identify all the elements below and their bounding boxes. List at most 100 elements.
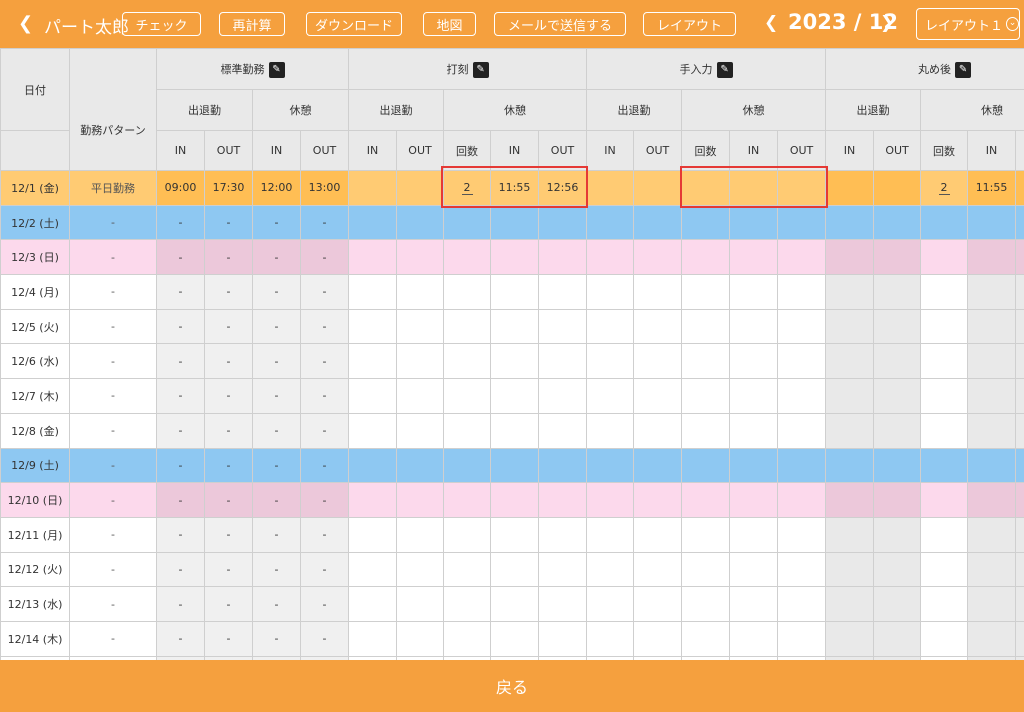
stamp-out-cell[interactable] [396, 551, 444, 588]
manual-input-cell[interactable] [777, 308, 827, 345]
stamp-out-cell[interactable] [396, 308, 444, 345]
rounded-count-cell[interactable] [920, 343, 969, 380]
manual-input-cell[interactable] [586, 343, 635, 380]
manual-input-cell[interactable] [586, 586, 635, 622]
rounded-count-cell[interactable] [920, 204, 969, 241]
manual-input-cell[interactable] [633, 239, 683, 276]
manual-input-cell[interactable] [633, 447, 683, 484]
manual-input-cell[interactable] [681, 551, 731, 588]
manual-input-cell[interactable] [777, 204, 827, 241]
edit-icon[interactable]: ✎ [268, 61, 285, 78]
stamp-count-cell[interactable] [443, 516, 491, 553]
rounded-count-cell[interactable] [920, 447, 969, 484]
manual-input-cell[interactable] [633, 170, 683, 206]
manual-input-cell[interactable] [777, 586, 827, 622]
manual-input-cell[interactable] [729, 239, 779, 276]
stamp-out-cell[interactable] [396, 170, 444, 206]
manual-input-cell[interactable] [681, 482, 731, 518]
stamp-out-cell[interactable] [396, 239, 444, 276]
manual-input-cell[interactable] [729, 447, 779, 484]
manual-input-cell[interactable] [681, 412, 731, 449]
download-button[interactable]: ダウンロード [306, 12, 402, 36]
stamp-in-cell[interactable] [348, 586, 397, 622]
stamp-out-cell[interactable] [396, 586, 444, 622]
stamp-out-cell[interactable] [396, 412, 444, 449]
stamp-count-cell[interactable] [443, 274, 491, 310]
stamp-in-cell[interactable] [348, 412, 397, 449]
manual-input-cell[interactable] [681, 378, 731, 414]
stamp-out-cell[interactable] [396, 516, 444, 553]
stamp-break-in-cell[interactable] [490, 620, 539, 657]
manual-input-cell[interactable] [729, 308, 779, 345]
stamp-count-cell[interactable] [443, 447, 491, 484]
stamp-break-in-cell[interactable] [490, 412, 539, 449]
manual-input-cell[interactable] [777, 343, 827, 380]
manual-input-cell[interactable] [777, 551, 827, 588]
stamp-break-out-cell[interactable] [537, 412, 588, 449]
manual-input-cell[interactable] [681, 239, 731, 276]
stamp-out-cell[interactable] [396, 620, 444, 657]
stamp-break-out-cell[interactable] [537, 378, 588, 414]
stamp-out-cell[interactable] [396, 274, 444, 310]
month-prev-chevron-icon[interactable]: ❮ [764, 13, 778, 33]
stamp-break-in-cell[interactable] [490, 274, 539, 310]
stamp-in-cell[interactable] [348, 378, 397, 414]
manual-input-cell[interactable] [633, 308, 683, 345]
edit-icon[interactable]: ✎ [472, 61, 489, 78]
row-pattern[interactable]: 平日勤務 [69, 170, 157, 206]
back-button[interactable]: 戻る [0, 660, 1024, 712]
row-pattern[interactable]: - [69, 378, 157, 414]
rounded-count-cell[interactable] [920, 482, 969, 518]
stamp-out-cell[interactable] [396, 343, 444, 380]
stamp-out-cell[interactable] [396, 204, 444, 241]
stamp-out-cell[interactable] [396, 447, 444, 484]
stamp-in-cell[interactable] [348, 447, 397, 484]
rounded-count-cell[interactable] [920, 274, 969, 310]
rounded-count-cell[interactable] [920, 551, 969, 588]
manual-input-cell[interactable] [586, 551, 635, 588]
manual-input-cell[interactable] [681, 343, 731, 380]
edit-icon[interactable]: ✎ [955, 61, 972, 78]
stamp-count-cell[interactable] [443, 343, 491, 380]
stamp-in-cell[interactable] [348, 516, 397, 553]
stamp-break-out-cell[interactable] [537, 620, 588, 657]
rounded-count-cell[interactable] [920, 239, 969, 276]
rounded-count-cell[interactable] [920, 516, 969, 553]
stamp-count-cell[interactable] [443, 412, 491, 449]
manual-input-cell[interactable] [633, 412, 683, 449]
row-pattern[interactable]: - [69, 482, 157, 518]
manual-input-cell[interactable] [729, 274, 779, 310]
rounded-count-cell[interactable] [920, 412, 969, 449]
manual-input-cell[interactable] [729, 586, 779, 622]
stamp-break-in-cell[interactable] [490, 343, 539, 380]
row-pattern[interactable]: - [69, 620, 157, 657]
manual-input-cell[interactable] [586, 204, 635, 241]
stamp-break-out-cell[interactable] [537, 516, 588, 553]
stamp-break-out-cell[interactable] [537, 551, 588, 588]
manual-input-cell[interactable] [586, 378, 635, 414]
manual-input-cell[interactable] [586, 274, 635, 310]
manual-input-cell[interactable] [777, 412, 827, 449]
stamp-break-in-cell[interactable] [490, 516, 539, 553]
manual-input-cell[interactable] [681, 447, 731, 484]
stamp-break-out-cell[interactable] [537, 204, 588, 241]
stamp-in-cell[interactable] [348, 239, 397, 276]
manual-input-cell[interactable] [777, 239, 827, 276]
send-email-button[interactable]: メールで送信する [494, 12, 626, 36]
manual-input-cell[interactable] [586, 447, 635, 484]
manual-input-cell[interactable] [729, 551, 779, 588]
row-pattern[interactable]: - [69, 204, 157, 241]
manual-input-cell[interactable] [777, 378, 827, 414]
manual-input-cell[interactable] [586, 482, 635, 518]
manual-input-cell[interactable] [729, 482, 779, 518]
stamp-break-out-cell[interactable] [537, 239, 588, 276]
stamp-in-cell[interactable] [348, 204, 397, 241]
check-button[interactable]: チェック [122, 12, 201, 36]
manual-input-cell[interactable] [586, 170, 635, 206]
stamp-in-cell[interactable] [348, 343, 397, 380]
row-pattern[interactable]: - [69, 308, 157, 345]
edit-icon[interactable]: ✎ [716, 61, 733, 78]
stamp-break-in-cell[interactable] [490, 447, 539, 484]
stamp-break-out-cell[interactable] [537, 308, 588, 345]
stamp-count-cell[interactable] [443, 204, 491, 241]
